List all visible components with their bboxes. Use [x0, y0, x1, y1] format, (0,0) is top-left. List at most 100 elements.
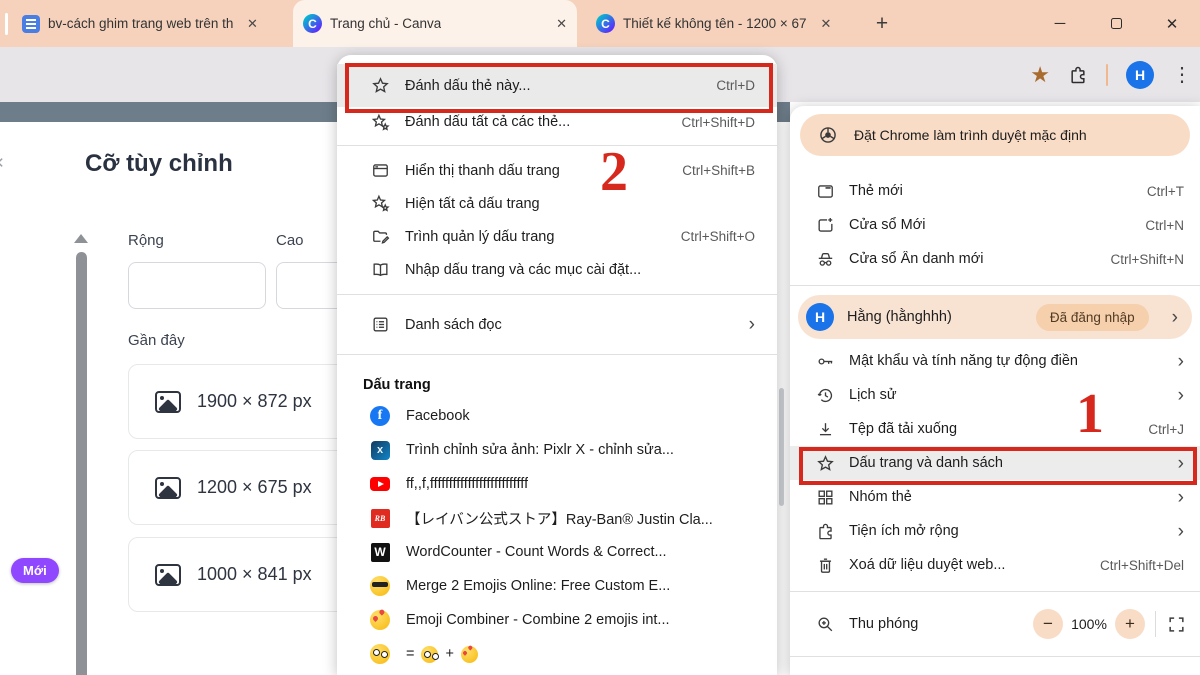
tab-2-active[interactable]: C Trang chủ - Canva ✕	[293, 0, 577, 47]
pixlr-icon: x	[371, 441, 390, 460]
scroll-up-arrow[interactable]	[74, 234, 88, 243]
set-default-browser-banner[interactable]: Đặt Chrome làm trình duyệt mặc định	[800, 114, 1190, 156]
history-icon	[815, 386, 835, 405]
menu-item-extensions[interactable]: Tiện ích mở rộng ›	[790, 514, 1200, 548]
new-window-icon	[815, 216, 835, 235]
profile-row[interactable]: H Hằng (hằnghhh) Đã đăng nhập ›	[798, 295, 1192, 339]
signed-in-badge: Đã đăng nhập	[1036, 304, 1149, 331]
bookmarks-submenu: Đánh dấu thẻ này... Ctrl+D Đánh dấu tất …	[337, 55, 777, 675]
starstruck-emoji-icon	[370, 610, 390, 630]
menu-item-label: Trình quản lý dấu trang	[405, 229, 554, 245]
key-icon	[815, 352, 835, 371]
bookmark-label: Emoji Combiner - Combine 2 emojis int...	[406, 612, 670, 628]
shortcut: Ctrl+Shift+D	[681, 115, 755, 130]
incognito-icon	[815, 250, 835, 269]
bookmark-pixlr[interactable]: x Trình chỉnh sửa ảnh: Pixlr X - chỉnh s…	[337, 433, 777, 467]
menu-separator	[790, 656, 1200, 657]
menu-separator	[337, 294, 777, 295]
menu-item-label: Nhóm thẻ	[849, 489, 912, 505]
menu-item-bookmark-manager[interactable]: Trình quản lý dấu trang Ctrl+Shift+O	[337, 220, 777, 253]
rayban-icon: RB	[371, 509, 390, 528]
menu-item-label: Đánh dấu tất cả các thẻ...	[405, 114, 570, 130]
menu-item-clear-browsing-data[interactable]: Xoá dữ liệu duyệt web... Ctrl+Shift+Del	[790, 548, 1200, 582]
bookmarks-bar-icon	[370, 161, 390, 180]
minimize-button[interactable]: ─	[1032, 0, 1088, 47]
zoom-out-button[interactable]: −	[1033, 609, 1063, 639]
bookmark-star-icon[interactable]: ★	[1030, 62, 1050, 88]
bookmark-rayban[interactable]: RB 【レイバン公式ストア】Ray-Ban® Justin Cla...	[337, 501, 777, 535]
maximize-icon	[1111, 18, 1122, 29]
tab-3[interactable]: C Thiết kế không tên - 1200 × 67 ✕	[586, 0, 854, 47]
banner-label: Đặt Chrome làm trình duyệt mặc định	[854, 127, 1087, 143]
shortcut: Ctrl+J	[1148, 422, 1184, 437]
wordcounter-icon: W	[371, 543, 390, 562]
bookmark-emoji-equation[interactable]: = +	[337, 637, 777, 671]
tab-close-icon[interactable]: ✕	[556, 16, 567, 32]
menu-item-import-bookmarks[interactable]: Nhập dấu trang và các mục cài đặt...	[337, 253, 777, 286]
menu-item-new-tab[interactable]: Thẻ mới Ctrl+T	[790, 174, 1200, 208]
menu-separator	[337, 145, 777, 146]
profile-avatar[interactable]: H	[1126, 61, 1154, 89]
image-icon	[155, 477, 181, 499]
annotation-box-step2	[345, 63, 773, 113]
fullscreen-icon[interactable]	[1166, 615, 1186, 634]
recent-size-card[interactable]: 1200 × 675 px	[128, 450, 353, 525]
zoom-in-button[interactable]: +	[1115, 609, 1145, 639]
bookmark-emoji-combiner[interactable]: Emoji Combiner - Combine 2 emojis int...	[337, 603, 777, 637]
extensions-icon[interactable]	[1068, 64, 1088, 86]
zoom-controls-row: Thu phóng − 100% +	[790, 601, 1200, 647]
menu-item-passwords[interactable]: Mật khẩu và tính năng tự động điền ›	[790, 344, 1200, 378]
menu-item-label: Thẻ mới	[849, 183, 903, 199]
chevron-right-icon: ›	[1178, 386, 1184, 405]
bookmark-label: ff,,f,ffffffffffffffffffffffffff	[406, 476, 528, 492]
bookmark-youtube[interactable]: ff,,f,ffffffffffffffffffffffffff	[337, 467, 777, 501]
menu-item-show-all-bookmarks[interactable]: Hiện tất cả dấu trang	[337, 187, 777, 220]
menu-item-show-bookmarks-bar[interactable]: Hiển thị thanh dấu trang Ctrl+Shift+B	[337, 154, 777, 187]
new-tab-button[interactable]: +	[868, 10, 896, 38]
zoom-magnifier-icon	[815, 615, 835, 634]
close-window-button[interactable]: ✕	[1144, 0, 1200, 47]
recent-size-card[interactable]: 1900 × 872 px	[128, 364, 353, 439]
menu-item-label: Mật khẩu và tính năng tự động điền	[849, 353, 1078, 369]
shortcut: Ctrl+Shift+N	[1110, 252, 1184, 267]
chevron-right-icon: ›	[1172, 308, 1178, 327]
maximize-button[interactable]	[1088, 0, 1144, 47]
menu-item-tab-groups[interactable]: Nhóm thẻ ›	[790, 480, 1200, 514]
menu-item-new-window[interactable]: Cửa sổ Mới Ctrl+N	[790, 208, 1200, 242]
scrollbar[interactable]	[76, 252, 87, 675]
menu-item-print[interactable]: In Ctrl+P	[790, 666, 1200, 675]
menu-item-new-incognito-window[interactable]: Cửa sổ Ẩn danh mới Ctrl+Shift+N	[790, 242, 1200, 276]
shortcut: Ctrl+T	[1147, 184, 1184, 199]
bookmarks-section-header: Dấu trang	[337, 363, 777, 399]
close-icon[interactable]: ✕	[0, 154, 5, 172]
menu-dots-icon[interactable]: ⋮	[1172, 62, 1192, 87]
bookmark-label: Merge 2 Emojis Online: Free Custom E...	[406, 578, 670, 594]
youtube-icon	[370, 477, 390, 491]
bookmark-label: WordCounter - Count Words & Correct...	[406, 544, 667, 560]
menu-item-label: Tiện ích mở rộng	[849, 523, 959, 539]
modal-scrollbar-sliver	[779, 388, 784, 506]
menu-item-history[interactable]: Lịch sử ›	[790, 378, 1200, 412]
menu-separator	[790, 285, 1200, 286]
width-input[interactable]	[128, 262, 266, 309]
menu-separator	[337, 354, 777, 355]
height-input[interactable]	[276, 262, 346, 309]
zoom-label: Thu phóng	[849, 616, 918, 632]
chevron-right-icon: ›	[749, 315, 755, 334]
download-icon	[815, 420, 835, 439]
plus-sign: +	[445, 646, 453, 662]
tab-1[interactable]: bv-cách ghim trang web trên th ✕	[12, 0, 284, 47]
bookmark-merge-emojis[interactable]: Merge 2 Emojis Online: Free Custom E...	[337, 569, 777, 603]
recent-size-card[interactable]: 1000 × 841 px	[128, 537, 353, 612]
page-title: Cỡ tùy chỉnh	[85, 150, 233, 178]
menu-item-label: Danh sách đọc	[405, 317, 502, 333]
menu-item-downloads[interactable]: Tệp đã tải xuống Ctrl+J	[790, 412, 1200, 446]
menu-item-reading-list[interactable]: Danh sách đọc ›	[337, 303, 777, 346]
bookmark-facebook[interactable]: f Facebook	[337, 399, 777, 433]
tab-close-icon[interactable]: ✕	[247, 16, 258, 32]
bookmark-wordcounter[interactable]: W WordCounter - Count Words & Correct...	[337, 535, 777, 569]
tab-title: Trang chủ - Canva	[330, 16, 441, 31]
bookmark-label: = +	[406, 646, 478, 663]
stars-icon	[370, 194, 390, 213]
tab-close-icon[interactable]: ✕	[821, 16, 832, 32]
